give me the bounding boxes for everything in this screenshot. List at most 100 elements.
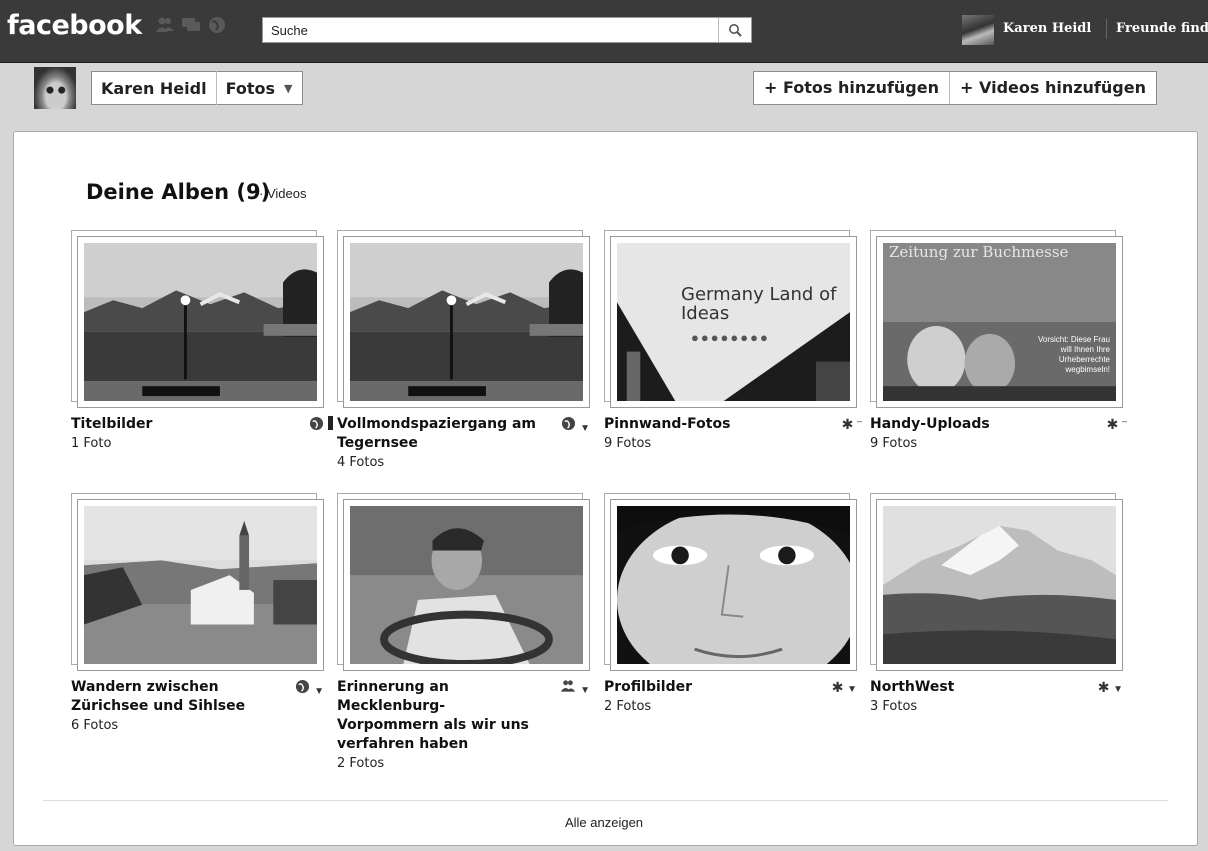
album-cover[interactable]: [77, 236, 324, 408]
album-photo-count: 2 Fotos: [337, 756, 385, 771]
show-all-link[interactable]: Alle anzeigen: [0, 815, 1208, 830]
album-photo-count: 9 Fotos: [870, 436, 918, 451]
album-name[interactable]: Profilbilder: [604, 678, 814, 697]
album-card[interactable]: Titelbilder 1 Foto: [71, 230, 333, 451]
gear-icon: ✱: [831, 679, 844, 695]
minus-marker: –: [1121, 416, 1127, 426]
globe-icon: [562, 416, 576, 431]
top-navigation-bar: facebook Karen Heidl Freunde finden: [0, 0, 1208, 63]
messages-icon[interactable]: [181, 15, 201, 35]
album-card[interactable]: Zeitung zur Buchmesse Vorsicht: Diese Fr…: [870, 230, 1127, 451]
add-photos-button[interactable]: + Fotos hinzufügen: [754, 72, 949, 104]
videos-link[interactable]: · Videos: [259, 186, 306, 201]
album-name[interactable]: Pinnwand-Fotos: [604, 415, 814, 434]
chevron-down-icon[interactable]: ▼: [284, 82, 302, 95]
album-photo-count: 9 Fotos: [604, 436, 652, 451]
album-cover[interactable]: [77, 499, 324, 671]
album-title[interactable]: Titelbilder 1 Foto: [71, 415, 281, 453]
find-friends-link[interactable]: Freunde finden: [1116, 21, 1208, 36]
gear-icon: ✱: [841, 416, 854, 432]
globe-icon: [296, 679, 310, 694]
friend-requests-icon[interactable]: [155, 15, 175, 35]
album-cover-image: [84, 506, 317, 664]
album-title[interactable]: Wandern zwischen Zürichsee und Sihlsee 6…: [71, 678, 271, 735]
album-title[interactable]: Pinnwand-Fotos 9 Fotos: [604, 415, 814, 453]
chevron-down-icon: ▼: [580, 685, 590, 696]
search-icon: [729, 24, 742, 37]
album-cover[interactable]: Zeitung zur Buchmesse Vorsicht: Diese Fr…: [876, 236, 1123, 408]
album-cover-image: [883, 243, 1116, 401]
album-name[interactable]: Handy-Uploads: [870, 415, 1080, 434]
search-box: [262, 17, 752, 43]
album-cover[interactable]: [343, 236, 590, 408]
breadcrumb-user[interactable]: Karen Heidl: [92, 79, 216, 98]
top-username[interactable]: Karen Heidl: [1003, 21, 1091, 36]
album-title[interactable]: Vollmondspaziergang am Tegernsee 4 Fotos: [337, 415, 537, 472]
album-photo-count: 1 Foto: [71, 436, 112, 451]
privacy-selector[interactable]: ▼: [561, 416, 590, 434]
album-cover[interactable]: [610, 499, 860, 694]
privacy-selector[interactable]: ✱ –: [1107, 416, 1127, 433]
top-divider: [1106, 19, 1107, 39]
facebook-logo[interactable]: facebook: [7, 10, 142, 41]
album-card[interactable]: Erinnerung an Mecklenburg-Vorpommern als…: [337, 493, 592, 771]
cover-caption: Vorsicht: Diese Frau will Ihnen Ihre Urh…: [1037, 335, 1110, 374]
gear-icon: ✱: [1106, 416, 1119, 432]
album-title[interactable]: Handy-Uploads 9 Fotos: [870, 415, 1080, 453]
album-photo-count: 6 Fotos: [71, 718, 119, 733]
chevron-down-icon: ▼: [314, 686, 324, 697]
privacy-selector[interactable]: ✱ ▼: [1098, 679, 1123, 696]
profile-avatar[interactable]: [34, 67, 76, 109]
album-title[interactable]: Erinnerung an Mecklenburg-Vorpommern als…: [337, 678, 537, 773]
chevron-down-icon: ▼: [580, 423, 590, 434]
privacy-selector[interactable]: ▼: [295, 679, 324, 697]
album-name[interactable]: NorthWest: [870, 678, 1080, 697]
album-photo-count: 2 Fotos: [604, 699, 652, 714]
cover-heading: Zeitung zur Buchmesse: [889, 243, 1069, 261]
album-title[interactable]: Profilbilder 2 Fotos: [604, 678, 814, 716]
add-media-buttons: + Fotos hinzufügen + Videos hinzufügen: [753, 71, 1157, 105]
album-card[interactable]: Profilbilder 2 Fotos ✱ ▼: [604, 493, 860, 714]
privacy-selector[interactable]: ✱ –: [842, 416, 862, 433]
breadcrumb-section[interactable]: Fotos: [217, 79, 284, 98]
gear-icon: ✱: [1097, 679, 1110, 695]
chevron-down-icon: ▼: [1113, 684, 1123, 695]
album-cover-image: [350, 243, 583, 401]
album-name[interactable]: Titelbilder: [71, 415, 281, 434]
album-cover[interactable]: Germany Land of Ideas ●●●●●●●●: [610, 236, 857, 408]
album-card[interactable]: NorthWest 3 Fotos ✱ ▼: [870, 493, 1125, 714]
album-photo-count: 4 Fotos: [337, 455, 385, 470]
albums-heading: Deine Alben (9): [86, 180, 271, 204]
album-title[interactable]: NorthWest 3 Fotos: [870, 678, 1080, 716]
privacy-selector[interactable]: ▼: [560, 679, 590, 696]
cover-caption: Germany Land of Ideas: [681, 284, 837, 324]
album-photo-count: 3 Fotos: [870, 699, 918, 714]
album-cover[interactable]: [343, 499, 590, 671]
album-name[interactable]: Wandern zwischen Zürichsee und Sihlsee: [71, 678, 271, 716]
friends-icon: [561, 680, 576, 692]
album-card[interactable]: Germany Land of Ideas ●●●●●●●● Pinnwand-…: [604, 230, 862, 451]
privacy-selector[interactable]: [309, 416, 333, 434]
privacy-selector[interactable]: ✱ ▼: [832, 679, 857, 696]
chevron-down-icon: ▼: [847, 684, 857, 695]
album-name[interactable]: Erinnerung an Mecklenburg-Vorpommern als…: [337, 678, 537, 754]
album-cover[interactable]: [876, 499, 1123, 671]
search-button[interactable]: [718, 18, 751, 42]
search-input[interactable]: [263, 18, 718, 42]
dot-row: ●●●●●●●●: [691, 330, 770, 345]
breadcrumb: Karen Heidl Fotos ▼: [91, 71, 304, 105]
globe-icon: [310, 416, 324, 431]
minus-marker: –: [856, 416, 862, 426]
album-name[interactable]: Vollmondspaziergang am Tegernsee: [337, 415, 537, 453]
album-cover-image: [350, 506, 583, 668]
scroll-marker: [328, 416, 333, 430]
footer-divider: [43, 800, 1168, 801]
album-cover-image: [84, 243, 317, 401]
album-card[interactable]: Vollmondspaziergang am Tegernsee 4 Fotos…: [337, 230, 592, 470]
add-videos-button[interactable]: + Videos hinzufügen: [950, 72, 1156, 104]
notifications-globe-icon[interactable]: [207, 15, 227, 35]
album-cover-image: [883, 506, 1116, 664]
album-card[interactable]: Wandern zwischen Zürichsee und Sihlsee 6…: [71, 493, 326, 733]
album-cover-image: [617, 506, 860, 694]
user-avatar-top[interactable]: [962, 15, 994, 45]
